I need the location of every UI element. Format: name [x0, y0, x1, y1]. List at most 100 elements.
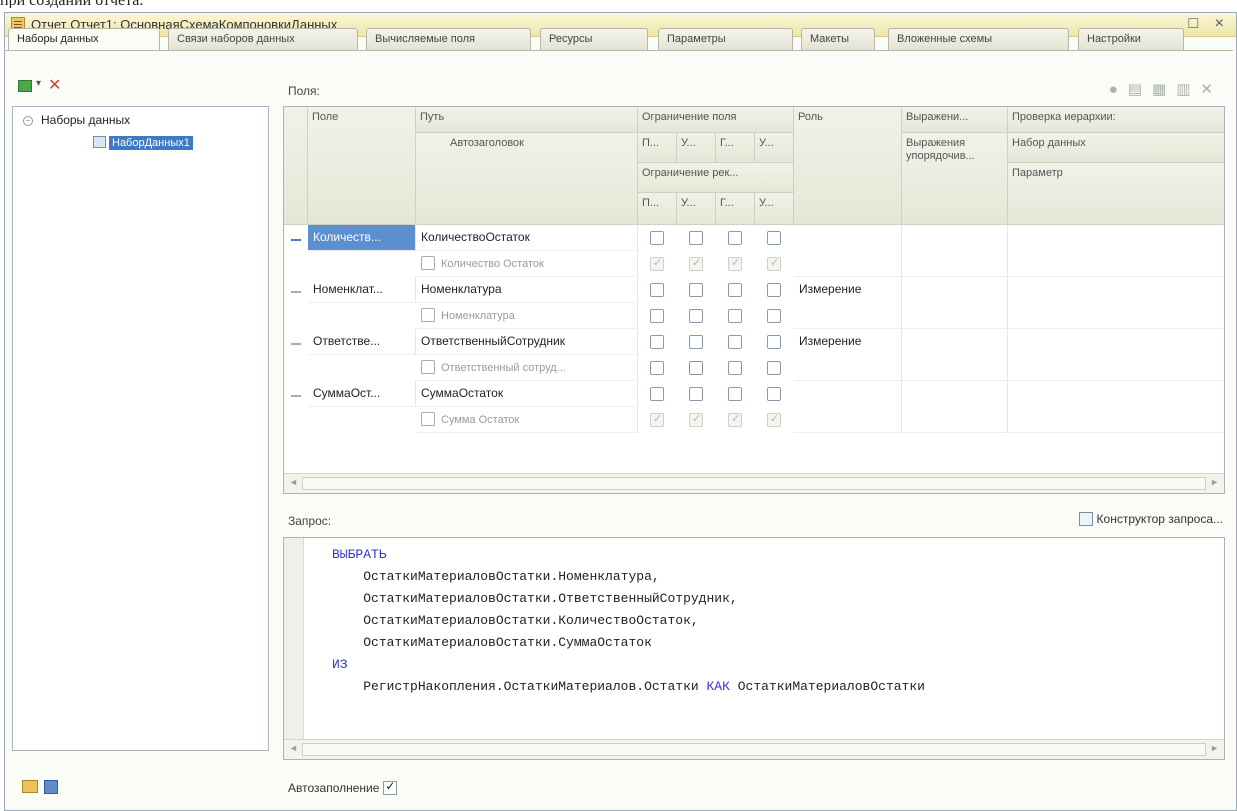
- autotitle-checkbox[interactable]: [421, 308, 435, 322]
- table-row-role[interactable]: Измерение: [794, 277, 902, 329]
- query-editor[interactable]: ВЫБРАТЬ ОстаткиМатериаловОстатки.Номенкл…: [283, 537, 1225, 760]
- restriction-checkbox[interactable]: [767, 231, 781, 245]
- tab-dataset-links[interactable]: Связи наборов данных: [168, 28, 358, 50]
- header-restriction-3[interactable]: Г...: [716, 133, 755, 163]
- autofill-checkbox[interactable]: [383, 779, 398, 795]
- req-restriction-checkbox[interactable]: [689, 309, 703, 323]
- query-horizontal-scrollbar[interactable]: ◄ ►: [284, 739, 1224, 759]
- req-restriction-checkbox[interactable]: [767, 256, 781, 271]
- refresh-icon[interactable]: ●: [1109, 81, 1128, 98]
- add-icon[interactable]: [18, 80, 32, 92]
- tab-templates[interactable]: Макеты: [801, 28, 875, 50]
- tab-resources[interactable]: Ресурсы: [540, 28, 648, 50]
- query-builder-button[interactable]: Конструктор запроса...: [1078, 512, 1223, 526]
- req-restriction-checkbox[interactable]: [728, 309, 742, 323]
- restriction-checkbox[interactable]: [650, 387, 664, 401]
- req-restriction-checkbox[interactable]: [650, 309, 664, 323]
- restriction-checkbox[interactable]: [728, 387, 742, 401]
- tab-parameters[interactable]: Параметры: [658, 28, 793, 50]
- query-text[interactable]: ВЫБРАТЬ ОстаткиМатериаловОстатки.Номенкл…: [332, 544, 925, 698]
- header-req-restriction-4[interactable]: У...: [755, 193, 794, 225]
- restriction-checkbox[interactable]: [689, 231, 703, 245]
- req-restriction-checkbox[interactable]: [650, 412, 664, 427]
- req-restriction-checkbox[interactable]: [650, 256, 664, 271]
- scroll-left-icon[interactable]: ◄: [289, 477, 298, 487]
- header-field-restriction[interactable]: Ограничение поля: [638, 107, 794, 133]
- header-expression[interactable]: Выражени...: [902, 107, 1008, 133]
- table-row-title[interactable]: Номенклатура: [416, 303, 638, 329]
- restriction-checkbox[interactable]: [767, 283, 781, 297]
- tab-settings[interactable]: Настройки: [1078, 28, 1184, 50]
- restriction-checkbox[interactable]: [728, 283, 742, 297]
- table-row-hierarchy[interactable]: [1008, 329, 1224, 381]
- table-row-title[interactable]: Ответственный сотруд...: [416, 355, 638, 381]
- header-autotitle[interactable]: Автозаголовок: [416, 133, 638, 225]
- table-row-expression[interactable]: [902, 329, 1008, 381]
- req-restriction-checkbox[interactable]: [728, 412, 742, 427]
- header-parameter[interactable]: Параметр: [1008, 163, 1224, 225]
- header-restriction-1[interactable]: П...: [638, 133, 677, 163]
- header-field[interactable]: Поле: [308, 107, 416, 225]
- table-row-title[interactable]: Сумма Остаток: [416, 407, 638, 433]
- table-row-role[interactable]: [794, 381, 902, 433]
- fields-horizontal-scrollbar[interactable]: ◄ ►: [284, 473, 1224, 493]
- scrollbar-thumb[interactable]: [302, 743, 1206, 756]
- restriction-checkbox[interactable]: [767, 387, 781, 401]
- tree-item-dataset1[interactable]: НаборДанных1: [93, 135, 193, 150]
- req-restriction-checkbox[interactable]: [767, 309, 781, 323]
- restriction-checkbox[interactable]: [689, 283, 703, 297]
- header-order-expression[interactable]: Выражения упорядочив...: [902, 133, 1008, 225]
- header-dataset[interactable]: Набор данных: [1008, 133, 1224, 163]
- tab-calculated-fields[interactable]: Вычисляемые поля: [366, 28, 531, 50]
- restriction-checkbox[interactable]: [767, 335, 781, 349]
- autofill-control[interactable]: Автозаполнение: [288, 779, 398, 795]
- restriction-checkbox[interactable]: [650, 283, 664, 297]
- header-path[interactable]: Путь: [416, 107, 638, 133]
- tree-root[interactable]: − Наборы данных: [23, 113, 130, 127]
- chevron-down-icon[interactable]: ▾: [36, 78, 41, 89]
- req-restriction-checkbox[interactable]: [689, 256, 703, 271]
- header-restriction-2[interactable]: У...: [677, 133, 716, 163]
- table-row-hierarchy[interactable]: [1008, 381, 1224, 433]
- tab-nested-schemes[interactable]: Вложенные схемы: [888, 28, 1069, 50]
- header-req-restriction-1[interactable]: П...: [638, 193, 677, 225]
- req-restriction-checkbox[interactable]: [767, 361, 781, 375]
- scroll-left-icon[interactable]: ◄: [289, 743, 298, 753]
- move-icon[interactable]: ▥: [1176, 81, 1200, 98]
- table-row-expression[interactable]: [902, 225, 1008, 277]
- add-field-icon[interactable]: ▦: [1152, 81, 1176, 98]
- req-restriction-checkbox[interactable]: [767, 412, 781, 427]
- table-row-field[interactable]: СуммаОст...: [308, 381, 416, 407]
- table-row-field[interactable]: Номенклат...: [308, 277, 416, 303]
- folder-icon[interactable]: [22, 780, 38, 793]
- req-restriction-checkbox[interactable]: [689, 412, 703, 427]
- header-restriction-4[interactable]: У...: [755, 133, 794, 163]
- table-row-hierarchy[interactable]: [1008, 277, 1224, 329]
- req-restriction-checkbox[interactable]: [689, 361, 703, 375]
- restriction-checkbox[interactable]: [728, 231, 742, 245]
- table-row-expression[interactable]: [902, 381, 1008, 433]
- restriction-checkbox[interactable]: [650, 231, 664, 245]
- tab-datasets[interactable]: Наборы данных: [8, 28, 160, 51]
- scrollbar-thumb[interactable]: [302, 477, 1206, 490]
- header-req-restriction[interactable]: Ограничение рек...: [638, 163, 794, 193]
- header-role[interactable]: Роль: [794, 107, 902, 225]
- restriction-checkbox[interactable]: [650, 335, 664, 349]
- autotitle-checkbox[interactable]: [421, 360, 435, 374]
- table-row-path[interactable]: СуммаОстаток: [416, 381, 638, 407]
- scroll-right-icon[interactable]: ►: [1210, 477, 1219, 487]
- table-row-role[interactable]: [794, 225, 902, 277]
- req-restriction-checkbox[interactable]: [728, 256, 742, 271]
- header-hierarchy-check[interactable]: Проверка иерархии:: [1008, 107, 1224, 133]
- header-req-restriction-2[interactable]: У...: [677, 193, 716, 225]
- delete-icon[interactable]: ✕: [48, 75, 61, 95]
- table-row-title[interactable]: Количество Остаток: [416, 251, 638, 277]
- table-row-path[interactable]: Номенклатура: [416, 277, 638, 303]
- table-row-field[interactable]: Ответстве...: [308, 329, 416, 355]
- req-restriction-checkbox[interactable]: [650, 361, 664, 375]
- header-req-restriction-3[interactable]: Г...: [716, 193, 755, 225]
- save-icon[interactable]: [44, 780, 58, 794]
- restriction-checkbox[interactable]: [689, 335, 703, 349]
- autotitle-checkbox[interactable]: [421, 256, 435, 270]
- req-restriction-checkbox[interactable]: [728, 361, 742, 375]
